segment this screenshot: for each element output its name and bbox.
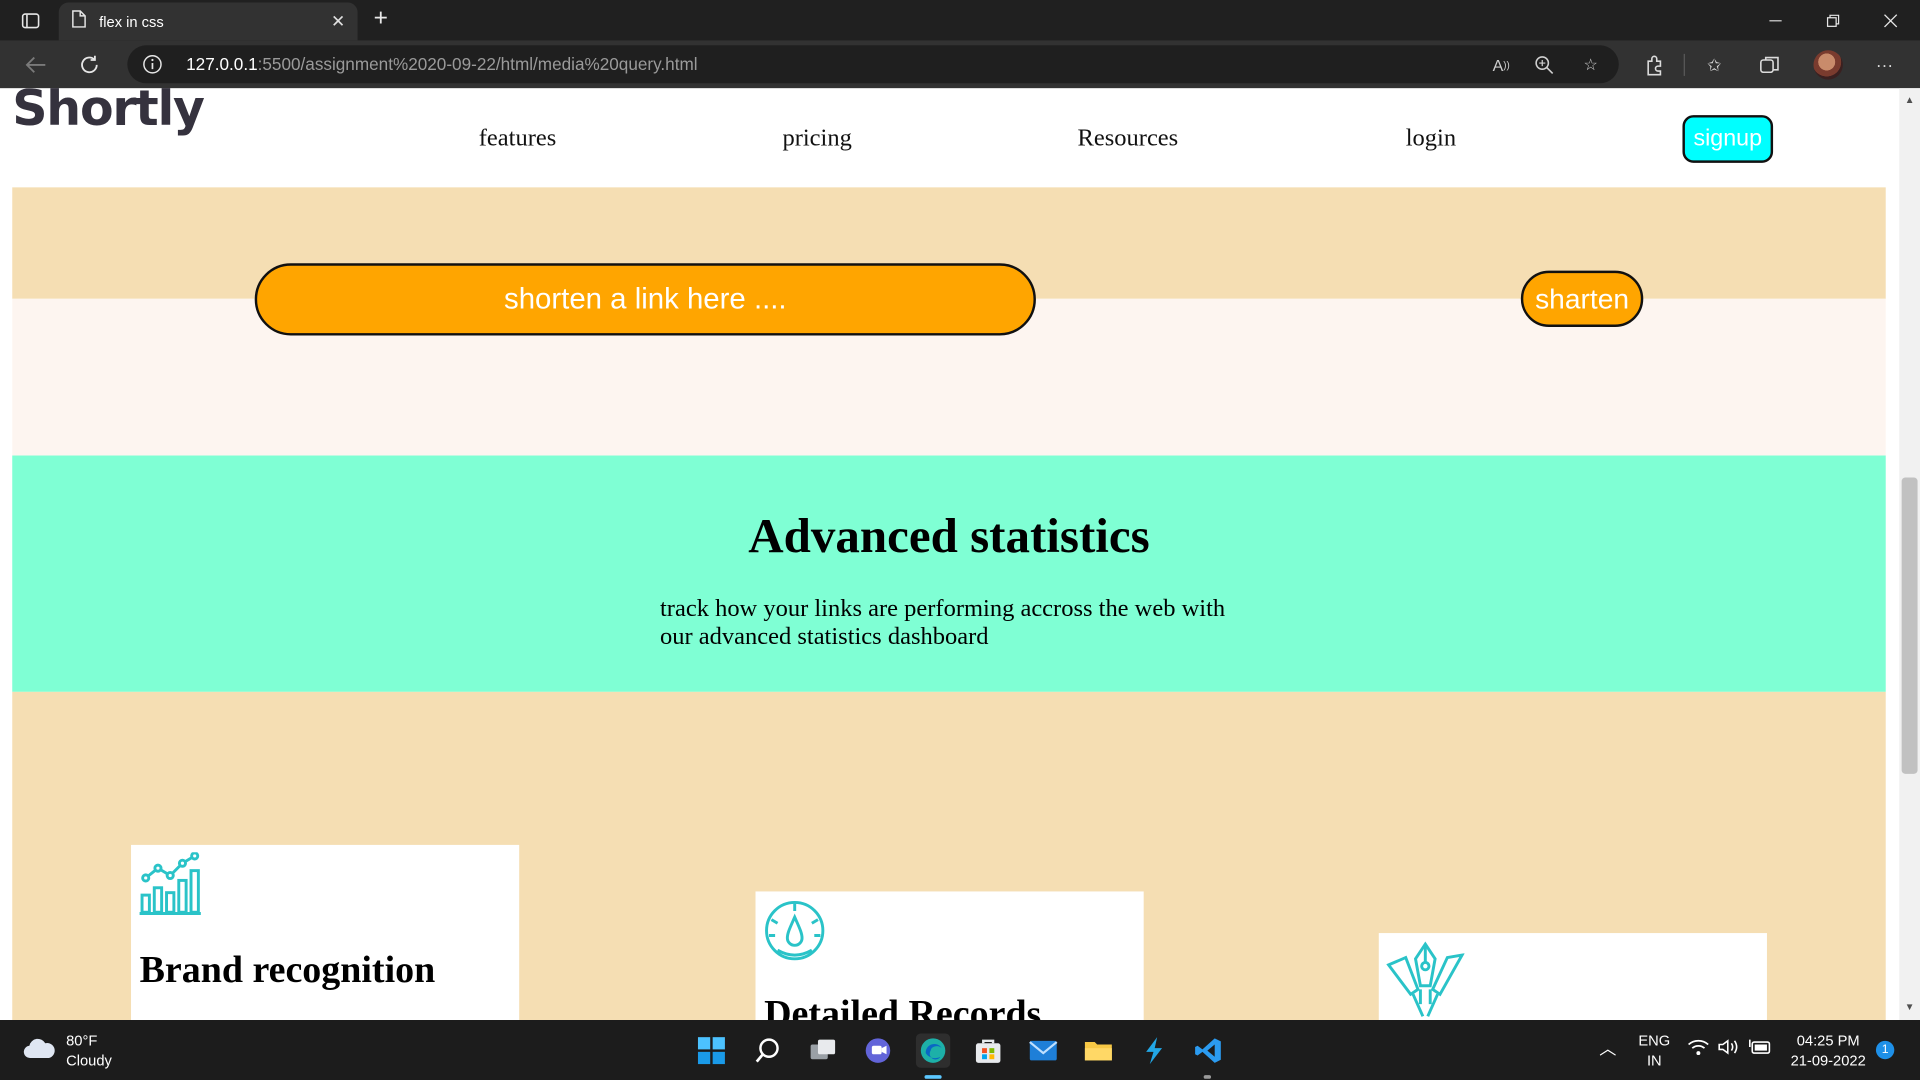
clock-date: 21-09-2022 <box>1790 1051 1866 1069</box>
feature-card: Brand recognition <box>131 844 520 1021</box>
clock[interactable]: 04:25 PM 21-09-2022 <box>1783 1031 1874 1070</box>
url-path: :5500/assignment%2020-09-22/html/media%2… <box>257 53 698 74</box>
task-view-icon[interactable] <box>806 1033 840 1067</box>
zoom-icon[interactable] <box>1533 54 1555 76</box>
screen: flex in css ✕ + 127.0.0.1:5500/assignmen… <box>0 0 1920 1080</box>
gauge-icon <box>763 899 827 969</box>
vs-code-insiders-icon[interactable] <box>1136 1033 1170 1067</box>
active-app-indicator <box>924 1075 942 1079</box>
add-favorite-icon[interactable]: ☆ <box>1580 54 1602 76</box>
vertical-scrollbar[interactable]: ▲ ▼ <box>1899 88 1920 1021</box>
restore-icon[interactable] <box>1805 0 1861 40</box>
stats-description: track how your links are performing accr… <box>660 595 1226 651</box>
stats-heading: Advanced statistics <box>748 508 1150 564</box>
pen-tools-icon <box>1386 940 1465 1020</box>
nav-login[interactable]: login <box>1406 125 1456 153</box>
stats-section: Advanced statistics track how your links… <box>12 455 1886 692</box>
start-icon[interactable] <box>694 1033 728 1067</box>
taskbar: 80°F Cloudy ︿ ENG IN 04:25 PM 21-09-2022… <box>0 1020 1920 1080</box>
tab-actions-icon[interactable] <box>10 7 52 34</box>
running-app-indicator <box>1203 1075 1212 1079</box>
shorten-button[interactable]: sharten <box>1520 270 1644 327</box>
url-host: 127.0.0.1 <box>186 53 258 74</box>
battery-icon[interactable] <box>1749 1038 1773 1060</box>
language-indicator[interactable]: ENG IN <box>1633 1031 1675 1070</box>
weather-temp: 80°F <box>66 1032 98 1050</box>
read-aloud-icon[interactable]: A)) <box>1490 54 1512 76</box>
feature-card: Detailed Records <box>755 891 1144 1021</box>
vs-code-icon[interactable] <box>1191 1033 1225 1067</box>
nav-features[interactable]: features <box>479 125 557 153</box>
wifi-icon[interactable] <box>1687 1038 1709 1060</box>
tab-bar: flex in css ✕ + <box>0 0 1920 41</box>
page-icon <box>71 9 87 33</box>
store-icon[interactable] <box>971 1033 1005 1067</box>
url-field[interactable]: 127.0.0.1:5500/assignment%2020-09-22/htm… <box>127 45 1619 84</box>
nav-pricing[interactable]: pricing <box>782 125 851 153</box>
site-logo[interactable]: Shortly <box>12 88 205 137</box>
signup-button[interactable]: signup <box>1682 115 1774 163</box>
bar-chart-icon <box>138 851 202 922</box>
language-code: ENG <box>1638 1032 1671 1050</box>
address-bar-row: 127.0.0.1:5500/assignment%2020-09-22/htm… <box>0 40 1920 89</box>
info-icon[interactable] <box>142 54 163 81</box>
language-region: IN <box>1646 1051 1662 1069</box>
profile-avatar[interactable] <box>1813 50 1843 80</box>
refresh-icon[interactable] <box>71 49 108 81</box>
extensions-icon[interactable] <box>1641 51 1668 78</box>
card-title: Detailed Records <box>764 991 1042 1021</box>
nav-resources[interactable]: Resources <box>1078 125 1179 153</box>
weather-condition: Cloudy <box>66 1051 112 1069</box>
file-explorer-icon[interactable] <box>1081 1033 1115 1067</box>
page-viewport: Shortly features pricing Resources login… <box>0 88 1920 1021</box>
scroll-thumb[interactable] <box>1901 477 1918 774</box>
feature-card <box>1378 933 1767 1021</box>
toolbar-divider <box>1683 53 1685 76</box>
teams-chat-icon[interactable] <box>861 1033 895 1067</box>
shorten-link-input[interactable]: shorten a link here .... <box>254 263 1036 336</box>
volume-icon[interactable] <box>1718 1038 1740 1060</box>
collections-icon[interactable] <box>1756 51 1783 78</box>
new-tab-button[interactable]: + <box>367 5 394 34</box>
url-text: 127.0.0.1:5500/assignment%2020-09-22/htm… <box>186 54 697 74</box>
search-icon[interactable] <box>751 1033 785 1067</box>
close-tab-icon[interactable]: ✕ <box>331 11 345 32</box>
notification-badge[interactable]: 1 <box>1875 1040 1895 1060</box>
edge-icon[interactable] <box>915 1033 951 1068</box>
card-title: Brand recognition <box>139 947 436 991</box>
back-icon[interactable] <box>17 49 54 81</box>
favorites-icon[interactable]: ✩ <box>1701 51 1728 78</box>
scroll-down-icon[interactable]: ▼ <box>1899 998 1920 1018</box>
cloud-icon <box>22 1035 56 1066</box>
tab-title: flex in css <box>99 12 164 31</box>
show-hidden-icons-icon[interactable]: ︿ <box>1599 1038 1616 1058</box>
close-window-icon[interactable] <box>1862 0 1918 40</box>
clock-time: 04:25 PM <box>1796 1032 1860 1050</box>
scroll-up-icon[interactable]: ▲ <box>1899 91 1920 111</box>
mail-icon[interactable] <box>1026 1033 1060 1067</box>
weather-widget[interactable]: 80°F Cloudy <box>22 1031 112 1070</box>
more-options-icon[interactable]: ··· <box>1871 51 1898 78</box>
minimize-icon[interactable] <box>1747 0 1803 40</box>
browser-tab[interactable]: flex in css ✕ <box>58 2 358 41</box>
